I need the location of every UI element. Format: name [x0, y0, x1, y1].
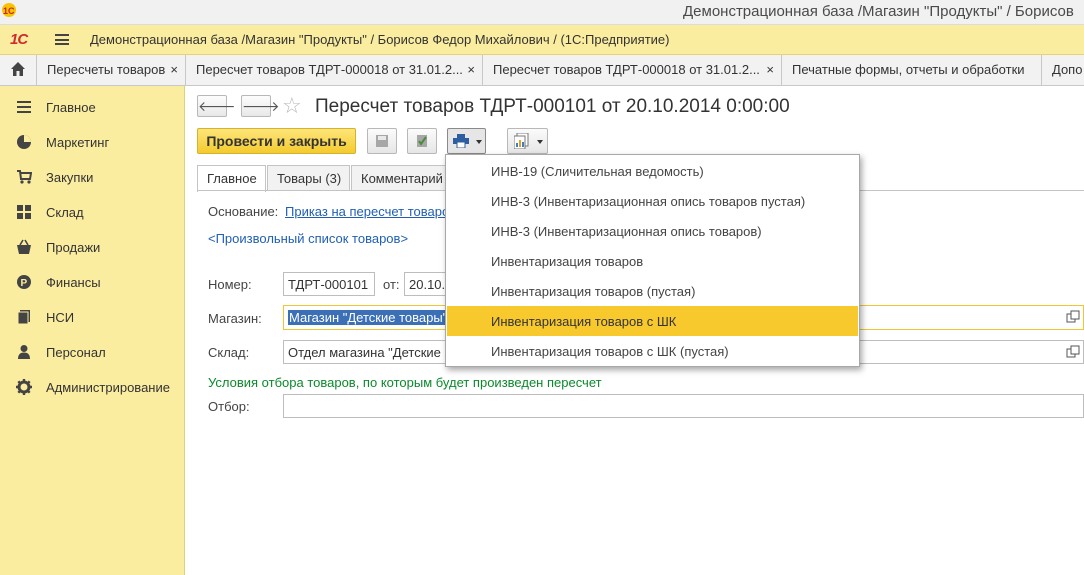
sidebar-item-marketing[interactable]: Маркетинг: [0, 125, 185, 155]
sidebar-item-label: Персонал: [46, 345, 106, 360]
filter-field[interactable]: [283, 394, 1084, 418]
app-bar: 1С Демонстрационная база /Магазин "Проду…: [0, 25, 1084, 55]
1c-logo: 1С: [10, 31, 28, 48]
app-caption: Демонстрационная база /Магазин "Продукты…: [90, 32, 670, 47]
tab-print-forms[interactable]: Печатные формы, отчеты и обработки: [782, 55, 1042, 86]
list-icon: [17, 101, 31, 113]
tab-goods[interactable]: Товары (3): [267, 165, 350, 191]
post-and-close-button[interactable]: Провести и закрыть: [197, 128, 356, 154]
store-label: Магазин:: [208, 311, 262, 326]
sidebar-item-label: Маркетинг: [46, 135, 110, 150]
chevron-down-icon: [537, 140, 543, 144]
window-title: Демонстрационная база /Магазин "Продукты…: [683, 3, 1074, 20]
sidebar-item-sales[interactable]: Продажи: [0, 230, 185, 260]
menu-item-inv3-empty[interactable]: ИНВ-3 (Инвентаризационная опись товаров …: [447, 186, 858, 216]
sidebar-item-nsi[interactable]: НСИ: [0, 300, 185, 330]
favorite-star-icon[interactable]: ☆: [282, 93, 302, 119]
sidebar-item-finance[interactable]: P Финансы: [0, 265, 185, 295]
date-label: от:: [383, 277, 400, 292]
number-field[interactable]: ТДРТ-000101: [283, 272, 375, 296]
open-windows-bar: Пересчеты товаров × Пересчет товаров ТДР…: [0, 55, 1084, 86]
tab-more[interactable]: Допо: [1042, 55, 1084, 86]
menu-item-inv19[interactable]: ИНВ-19 (Сличительная ведомость): [447, 156, 858, 186]
open-icon[interactable]: [1066, 310, 1080, 324]
arbitrary-goods-list-link[interactable]: <Произвольный список товаров>: [208, 231, 408, 246]
back-button[interactable]: 🡐: [197, 95, 236, 117]
warehouse-value: Отдел магазина "Детские: [288, 345, 441, 360]
print-forms-menu: ИНВ-19 (Сличительная ведомость) ИНВ-3 (И…: [445, 154, 860, 367]
person-icon: [18, 345, 30, 359]
chevron-down-icon: [476, 140, 482, 144]
basis-link[interactable]: Приказ на пересчет товаров: [285, 204, 445, 219]
tab-main[interactable]: Главное: [197, 165, 266, 192]
gear-icon: [16, 379, 32, 395]
sidebar-item-label: Закупки: [46, 170, 94, 185]
save-button[interactable]: [367, 128, 397, 154]
tab-label: Печатные формы, отчеты и обработки: [792, 62, 1025, 77]
coin-icon: P: [17, 275, 31, 289]
sidebar-item-label: Финансы: [46, 275, 101, 290]
sidebar-item-label: Администрирование: [46, 380, 170, 395]
sidebar-item-warehouse[interactable]: Склад: [0, 195, 185, 225]
sidebar-item-main[interactable]: Главное: [0, 90, 185, 120]
home-icon: [11, 62, 25, 76]
warehouse-label: Склад:: [208, 345, 250, 360]
documents-icon: [17, 310, 30, 325]
tab-comment[interactable]: Комментарий: [351, 165, 451, 191]
printer-icon: [453, 134, 469, 148]
save-icon: [376, 135, 388, 147]
main-menu-icon[interactable]: [55, 34, 69, 45]
warehouse-icon: [17, 205, 31, 219]
tab-recounts-list[interactable]: Пересчеты товаров ×: [37, 55, 186, 86]
tab-recount-000018-b[interactable]: Пересчет товаров ТДРТ-000018 от 31.01.2.…: [483, 55, 782, 86]
reports-button[interactable]: [507, 128, 548, 154]
sidebar-item-staff[interactable]: Персонал: [0, 335, 185, 365]
close-icon[interactable]: ×: [170, 62, 178, 77]
sidebar-item-label: НСИ: [46, 310, 75, 325]
menu-item-inventory-barcode-empty[interactable]: Инвентаризация товаров с ШК (пустая): [447, 336, 858, 366]
pie-chart-icon: [17, 135, 31, 149]
tab-label: Пересчет товаров ТДРТ-000018 от 31.01.2.…: [196, 62, 463, 77]
post-button[interactable]: [407, 128, 437, 154]
menu-item-inventory-barcode[interactable]: Инвентаризация товаров с ШК: [447, 306, 858, 336]
post-document-icon: [417, 135, 427, 147]
report-icon: [514, 133, 529, 149]
tab-label: Допо: [1052, 62, 1083, 77]
tab-label: Пересчет товаров ТДРТ-000018 от 31.01.2.…: [493, 62, 760, 77]
sidebar-item-label: Продажи: [46, 240, 101, 255]
close-icon[interactable]: ×: [766, 62, 774, 77]
tab-recount-000018-a[interactable]: Пересчет товаров ТДРТ-000018 от 31.01.2.…: [186, 55, 483, 86]
svg-text:1С: 1С: [3, 6, 15, 16]
basis-label: Основание:: [208, 204, 279, 219]
sidebar-item-label: Главное: [46, 100, 96, 115]
sidebar-item-purchases[interactable]: Закупки: [0, 160, 185, 190]
svg-text:P: P: [21, 278, 28, 289]
open-icon[interactable]: [1066, 345, 1080, 359]
store-value: Магазин "Детские товары": [288, 310, 449, 325]
form-title: Пересчет товаров ТДРТ-000101 от 20.10.20…: [315, 96, 790, 117]
window-titlebar: 1С Демонстрационная база /Магазин "Проду…: [0, 0, 1084, 25]
sections-panel: Главное Маркетинг Закупки Склад Продажи …: [0, 86, 185, 575]
menu-item-inv3[interactable]: ИНВ-3 (Инвентаризационная опись товаров): [447, 216, 858, 246]
sidebar-item-label: Склад: [46, 205, 84, 220]
menu-item-inventory-empty[interactable]: Инвентаризация товаров (пустая): [447, 276, 858, 306]
home-tab[interactable]: [0, 55, 37, 86]
number-label: Номер:: [208, 277, 252, 292]
filter-label: Отбор:: [208, 399, 250, 414]
date-field[interactable]: 20.10.: [404, 272, 449, 296]
sidebar-item-administration[interactable]: Администрирование: [0, 370, 185, 400]
basket-icon: [17, 239, 31, 254]
filter-conditions-text: Условия отбора товаров, по которым будет…: [208, 375, 602, 390]
menu-item-inventory[interactable]: Инвентаризация товаров: [447, 246, 858, 276]
print-button[interactable]: [447, 128, 486, 154]
close-icon[interactable]: ×: [467, 62, 475, 77]
tab-label: Пересчеты товаров: [47, 62, 166, 77]
cart-icon: [17, 170, 32, 184]
forward-button[interactable]: 🡒: [241, 95, 280, 117]
app-logo-icon: 1С: [2, 3, 16, 17]
